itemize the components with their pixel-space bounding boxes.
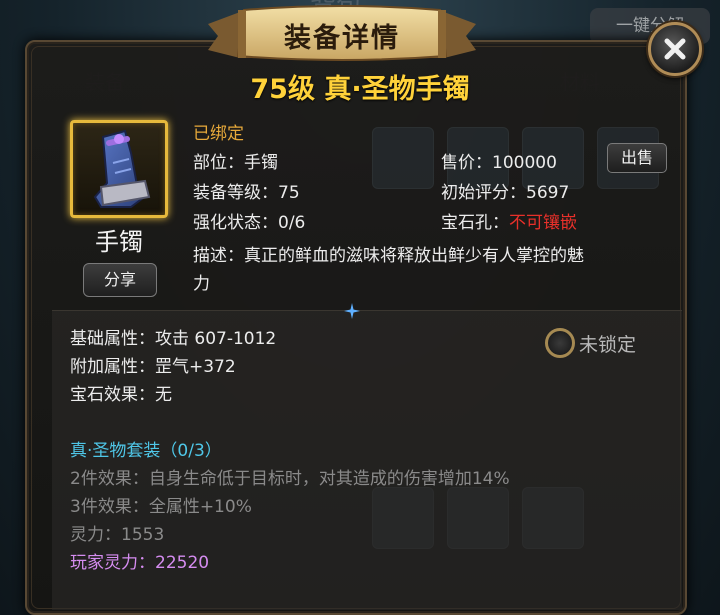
description-line-1: 描述：真正的鲜血的滋味将释放出鲜少有人掌控的魅	[193, 246, 584, 266]
spirit-value: 灵力：1553	[70, 525, 165, 545]
gem-slot-label: 宝石孔：	[441, 213, 509, 233]
set-effect-3: 3件效果：全属性+10%	[70, 497, 252, 517]
gem-slot-text: 宝石孔：不可镶嵌	[441, 208, 577, 233]
item-type-label: 手镯	[95, 228, 143, 256]
share-button[interactable]: 分享	[83, 263, 157, 297]
close-icon	[664, 38, 686, 60]
description-line-2: 力	[193, 274, 210, 294]
dialog-title: 装备详情	[284, 23, 400, 54]
set-title: 真·圣物套装（0/3）	[70, 441, 222, 461]
gem-effect: 宝石效果：无	[70, 385, 172, 405]
price-text: 售价：100000	[441, 153, 557, 173]
bg-slot	[372, 127, 434, 189]
extra-attribute: 附加属性：罡气+372	[70, 357, 236, 377]
gem-slot-value: 不可镶嵌	[509, 213, 577, 233]
item-icon-frame[interactable]	[70, 120, 168, 218]
item-name: 75级 真·圣物手镯	[250, 74, 470, 105]
description: 描述：真正的鲜血的滋味将释放出鲜少有人掌控的魅 力	[193, 242, 663, 298]
sparkle-icon	[344, 303, 360, 319]
enhance-state-text: 强化状态：0/6	[193, 213, 306, 233]
lock-status-label[interactable]: 未锁定	[579, 330, 636, 357]
base-attribute: 基础属性：攻击 607-1012	[70, 329, 277, 349]
slot-text: 部位：手镯	[193, 153, 278, 173]
lock-toggle-icon[interactable]	[545, 328, 575, 358]
bound-status: 已绑定	[193, 124, 244, 144]
title-banner: 装备详情	[200, 4, 484, 66]
sell-button[interactable]: 出售	[607, 143, 667, 173]
bracelet-icon	[93, 129, 151, 208]
player-spirit-value: 玩家灵力：22520	[70, 553, 210, 573]
equip-level-text: 装备等级：75	[193, 183, 300, 203]
set-effect-2: 2件效果：自身生命低于目标时，对其造成的伤害增加14%	[70, 469, 510, 489]
initial-score-text: 初始评分：5697	[441, 183, 570, 203]
